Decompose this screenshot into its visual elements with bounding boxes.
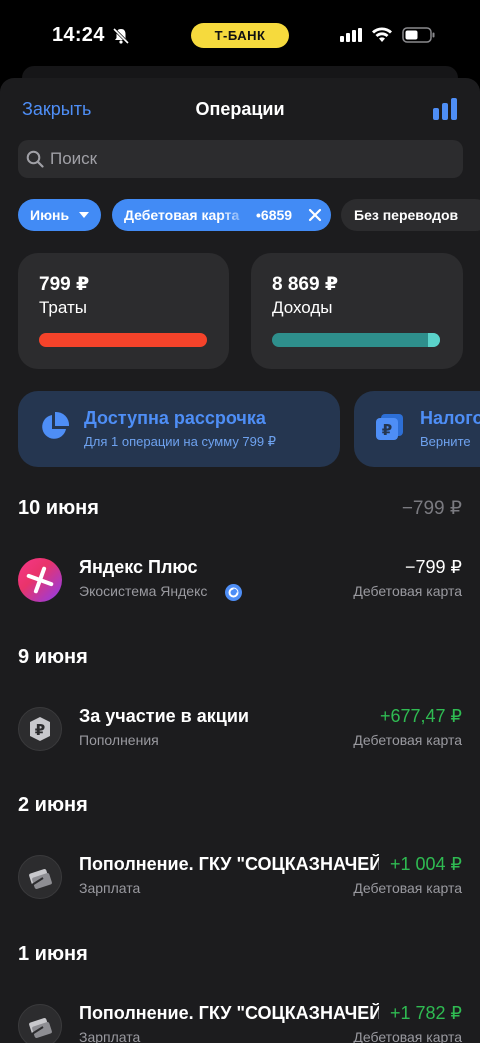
cashback-badge-icon xyxy=(225,584,242,601)
day-header: 10 июня −799 ₽ xyxy=(18,497,462,523)
day-date: 1 июня xyxy=(18,943,88,965)
bell-muted-icon xyxy=(112,27,130,45)
day-header: 1 июня xyxy=(18,943,462,969)
battery-icon xyxy=(402,27,435,43)
search-icon xyxy=(26,150,44,168)
day-date: 9 июня xyxy=(18,646,88,668)
svg-text:₽: ₽ xyxy=(35,721,45,739)
transaction-row[interactable]: Яндекс Плюс Экосистема Яндекс −799 ₽ Деб… xyxy=(18,556,462,604)
no-transfers-chip[interactable]: Без переводов xyxy=(341,199,480,231)
day-header: 9 июня xyxy=(18,646,462,672)
close-icon[interactable] xyxy=(308,208,322,222)
salary-card-icon xyxy=(18,855,62,899)
transaction-amount: +677,47 ₽ xyxy=(373,706,462,727)
ruble-coin-icon: ₽ xyxy=(18,707,62,751)
promo-subtitle: Верните xyxy=(420,434,471,449)
transaction-row[interactable]: ₽ За участие в акции Пополнения +677,47 … xyxy=(18,705,462,753)
operations-sheet: Операции Закрыть Июнь Дебетовая карта •6… xyxy=(0,78,480,1043)
month-filter-chip[interactable]: Июнь xyxy=(18,199,101,231)
plus-glyph xyxy=(26,566,54,594)
transaction-card: Дебетовая карта xyxy=(353,583,462,599)
income-label: Доходы xyxy=(272,298,333,317)
day-header: 2 июня xyxy=(18,794,462,820)
transaction-category: Зарплата xyxy=(79,880,141,896)
transaction-amount: +1 782 ₽ xyxy=(383,1003,462,1024)
income-card[interactable]: 8 869 ₽ Доходы xyxy=(251,253,463,369)
income-bar xyxy=(272,333,440,347)
card-glyph xyxy=(29,1018,52,1038)
transaction-amount: +1 004 ₽ xyxy=(383,854,462,875)
card-glyph xyxy=(29,869,52,889)
spending-amount: 799 ₽ xyxy=(39,274,90,295)
day-total: −799 ₽ xyxy=(401,498,462,519)
wifi-icon xyxy=(372,27,392,42)
promo-title: Доступна рассрочка xyxy=(84,408,266,428)
installment-promo[interactable]: Доступна рассрочка Для 1 операции на сум… xyxy=(18,391,340,467)
ruble-glyph: ₽ xyxy=(30,717,50,741)
filter-chips: Июнь Дебетовая карта •6859 Без переводов xyxy=(0,199,480,233)
bar-chart-icon[interactable] xyxy=(432,98,458,120)
transaction-amount: −799 ₽ xyxy=(399,557,462,578)
search-input[interactable] xyxy=(50,140,450,178)
transaction-category: Зарплата xyxy=(79,1029,141,1043)
yandex-plus-icon xyxy=(18,558,62,602)
transaction-title: За участие в акции xyxy=(79,706,249,726)
pie-chart-icon xyxy=(42,411,70,439)
chevron-down-icon xyxy=(79,212,89,218)
ruble-cards-icon: ₽ xyxy=(376,414,403,440)
close-button[interactable]: Закрыть xyxy=(22,99,91,120)
bank-badge[interactable]: Т-БАНК xyxy=(191,23,289,48)
day-date: 2 июня xyxy=(18,794,88,816)
card-filter-chip[interactable]: Дебетовая карта •6859 xyxy=(112,199,331,231)
promo-subtitle: Для 1 операции на сумму 799 ₽ xyxy=(84,434,277,449)
salary-card-icon xyxy=(18,1004,62,1043)
transaction-title: Пополнение. ГКУ "СОЦКАЗНАЧЕЙСТВО" xyxy=(79,1003,379,1023)
transaction-card: Дебетовая карта xyxy=(353,732,462,748)
status-time: 14:24 xyxy=(52,24,105,46)
transaction-row[interactable]: Пополнение. ГКУ "СОЦКАЗНАЧЕЙСТВО" Зарпла… xyxy=(18,853,462,901)
day-date: 10 июня xyxy=(18,497,99,519)
income-amount: 8 869 ₽ xyxy=(272,274,339,295)
spending-card[interactable]: 799 ₽ Траты xyxy=(18,253,229,369)
status-bar: 14:24 Т-БАНК xyxy=(0,0,480,70)
cellular-signal-icon xyxy=(340,28,362,42)
transaction-card: Дебетовая карта xyxy=(353,880,462,896)
month-filter-label: Июнь xyxy=(30,207,70,223)
promo-title: Налоговый xyxy=(420,408,480,428)
transaction-category: Пополнения xyxy=(79,732,159,748)
transaction-title: Пополнение. ГКУ "СОЦКАЗНАЧЕЙСТВО" xyxy=(79,854,379,874)
card-number: •6859 xyxy=(256,207,293,223)
search-bar xyxy=(18,140,463,178)
transaction-row[interactable]: Пополнение. ГКУ "СОЦКАЗНАЧЕЙСТВО" Зарпла… xyxy=(18,1002,462,1043)
income-bar-tip xyxy=(428,333,440,347)
spending-label: Траты xyxy=(39,298,87,317)
tax-promo[interactable]: ₽ Налоговый Верните xyxy=(354,391,480,467)
nav-bar: Операции Закрыть xyxy=(0,78,480,140)
transaction-title: Яндекс Плюс xyxy=(79,557,198,577)
svg-text:₽: ₽ xyxy=(382,421,392,439)
transaction-card: Дебетовая карта xyxy=(353,1029,462,1043)
spending-bar xyxy=(39,333,207,347)
transaction-category: Экосистема Яндекс xyxy=(79,583,208,599)
label-fade xyxy=(220,199,250,231)
